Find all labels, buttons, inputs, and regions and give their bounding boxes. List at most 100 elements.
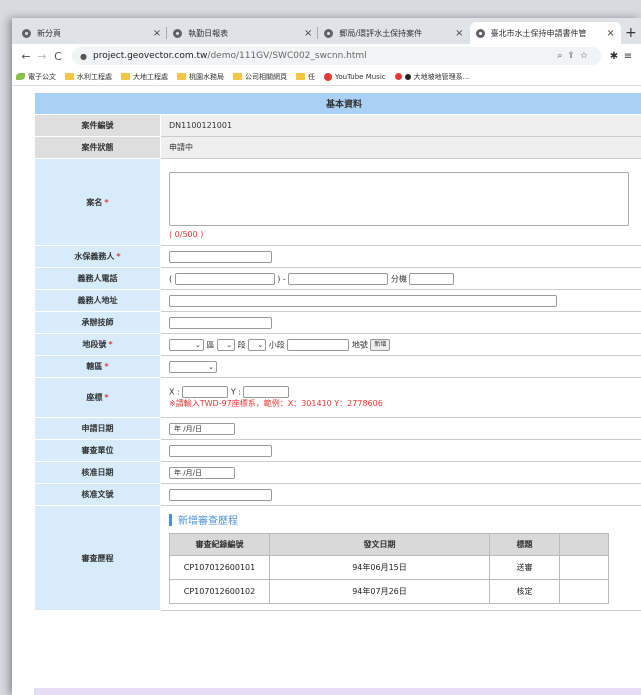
history-col-title: 標題 — [489, 533, 560, 556]
jurisdiction-select[interactable]: ⌄ — [169, 360, 217, 373]
history-date: 94年06月15日 — [269, 555, 490, 580]
tab-duty[interactable]: 執勤日報表 × — [167, 22, 319, 44]
subsection-label: 小段 — [268, 340, 285, 349]
address-label: 義務人地址 — [34, 289, 161, 312]
new-tab-button[interactable]: + — [621, 22, 641, 44]
obligor-label-cell: 水保義務人 * — [34, 245, 161, 268]
coord-label-cell: 座標 * — [34, 377, 161, 418]
area-code-input[interactable] — [174, 272, 275, 285]
obligor-value-cell — [160, 245, 641, 268]
approve-date-cell: 年 /月/日 — [160, 461, 641, 484]
apply-date-input[interactable]: 年 /月/日 — [169, 422, 235, 435]
history-title: 核定 — [489, 579, 560, 604]
history-title: 送審 — [489, 555, 560, 580]
required-mark: * — [104, 362, 109, 371]
ext-input[interactable] — [409, 272, 455, 285]
section-select[interactable]: ⌄ — [217, 338, 236, 351]
zoom-share-star-icons[interactable]: ⌕⇪☆ — [557, 51, 593, 61]
bookmark-item[interactable]: 桃園水務局 — [177, 72, 224, 82]
dot-icon — [404, 73, 411, 80]
district-label: 區 — [206, 340, 215, 349]
phone-paren-open: ( — [169, 274, 173, 283]
close-icon[interactable]: × — [153, 28, 161, 39]
approve-doc-label: 核准文號 — [34, 483, 161, 506]
required-mark: * — [108, 340, 113, 349]
history-col-date: 發文日期 — [269, 533, 490, 556]
table-row[interactable]: CP107012600102 94年07月26日 核定 — [169, 579, 609, 604]
case-name-textarea[interactable] — [169, 171, 629, 226]
globe-icon — [22, 28, 31, 38]
ext-label: 分機 — [390, 274, 407, 283]
lock-icon: ● — [80, 51, 87, 61]
phone-number-input[interactable] — [288, 272, 389, 285]
apply-date-label: 申請日期 — [34, 417, 161, 440]
coord-x-input[interactable] — [182, 386, 229, 398]
parcel-value-cell: ⌄ 區 ⌄ 段 ⌄ 小段 地號 新增 — [160, 333, 641, 356]
close-icon[interactable]: × — [304, 28, 312, 39]
triad-icon — [394, 73, 402, 80]
approve-date-label: 核准日期 — [34, 461, 161, 484]
tab-active[interactable]: 臺北市水土保持申請書件管 × — [469, 22, 621, 44]
status-label: 案件狀態 — [34, 136, 161, 159]
folder-icon — [65, 73, 74, 80]
tab-new[interactable]: 新分頁 × — [16, 22, 168, 44]
tab-review[interactable]: 郵局/環評水土保持案件 × — [318, 22, 469, 44]
coord-hint: ※請輸入TWD-97座標系，範例：X：301410 Y：2778606 — [169, 399, 383, 408]
table-row[interactable]: CP107012600101 94年06月15日 送審 — [169, 555, 609, 580]
basic-info-form: 基本資料 案件編號 DN1100121001 案件狀態 申請中 案名 * ( 0/… — [34, 92, 641, 611]
close-icon[interactable]: × — [455, 28, 463, 39]
tech-input[interactable] — [169, 316, 272, 329]
url-host: project.geovector.com.tw — [92, 51, 208, 61]
review-unit-input[interactable] — [169, 444, 272, 457]
bookmark-item[interactable]: 水利工程處 — [65, 72, 112, 82]
history-id: CP107012600102 — [169, 579, 270, 604]
back-icon[interactable]: ← — [18, 50, 34, 63]
add-history-link[interactable]: 新增審查歷程 — [169, 512, 641, 527]
tab-title: 執勤日報表 — [188, 28, 229, 38]
coord-y-input[interactable] — [243, 386, 290, 398]
name-value-cell: ( 0/500 ) — [160, 158, 641, 246]
address-input[interactable] — [169, 294, 557, 307]
approve-doc-input[interactable] — [169, 488, 272, 501]
bookmark-item[interactable]: 大地工程處 — [121, 72, 168, 82]
parcel-label: 地段號 — [82, 340, 107, 349]
bookmark-item[interactable]: 大地坡地管理系... — [394, 72, 469, 82]
history-label: 審查歷程 — [34, 505, 161, 611]
phone-value-cell: ( ) - 分機 — [160, 267, 641, 290]
bookmark-item[interactable]: 公司相關網頁 — [233, 72, 287, 82]
bookmark-item[interactable]: 電子公文 — [16, 72, 56, 82]
bookmark-item[interactable]: 任 — [296, 72, 315, 82]
folder-icon — [177, 73, 186, 80]
folder-icon — [296, 73, 305, 80]
reload-icon[interactable]: C — [50, 50, 66, 63]
add-history-label: 新增審查歷程 — [178, 516, 238, 527]
folder-icon — [121, 73, 130, 80]
history-table: 審查紀錄編號 發文日期 標題 CP107012600101 94年06月15日 … — [169, 533, 609, 604]
menu-icon[interactable]: ≡ — [621, 51, 635, 62]
status-value: 申請中 — [160, 136, 641, 159]
accent-bar — [169, 513, 172, 526]
review-unit-label: 審查單位 — [34, 439, 161, 462]
apply-date-cell: 年 /月/日 — [160, 417, 641, 440]
required-mark: * — [104, 197, 109, 207]
add-parcel-button[interactable]: 新增 — [370, 338, 391, 351]
forward-icon[interactable]: → — [34, 50, 50, 63]
required-mark: * — [104, 393, 109, 402]
extension-icon[interactable]: ✱ — [607, 51, 621, 62]
lot-number-input[interactable] — [287, 338, 350, 351]
name-label: 案名 — [86, 197, 103, 207]
globe-icon — [324, 28, 334, 38]
tab-bar: 新分頁 × 執勤日報表 × 郵局/環評水土保持案件 × 臺北市水土保持申請書件管… — [12, 18, 641, 44]
subsection-select[interactable]: ⌄ — [248, 338, 267, 351]
coord-y-label: Y : — [230, 387, 241, 397]
obligor-input[interactable] — [169, 250, 272, 263]
district-select[interactable]: ⌄ — [169, 338, 204, 351]
approve-date-input[interactable]: 年 /月/日 — [169, 466, 235, 479]
close-icon[interactable]: × — [606, 28, 614, 39]
phone-separator: ) - — [277, 274, 286, 283]
bookmark-item[interactable]: YouTube Music — [324, 72, 386, 81]
url-field[interactable]: ● project.geovector.com.tw/demo/111GV/SW… — [72, 47, 601, 65]
form-header: 基本資料 — [34, 92, 641, 115]
obligor-label: 水保義務人 — [74, 252, 115, 261]
jurisdiction-value-cell: ⌄ — [160, 355, 641, 378]
